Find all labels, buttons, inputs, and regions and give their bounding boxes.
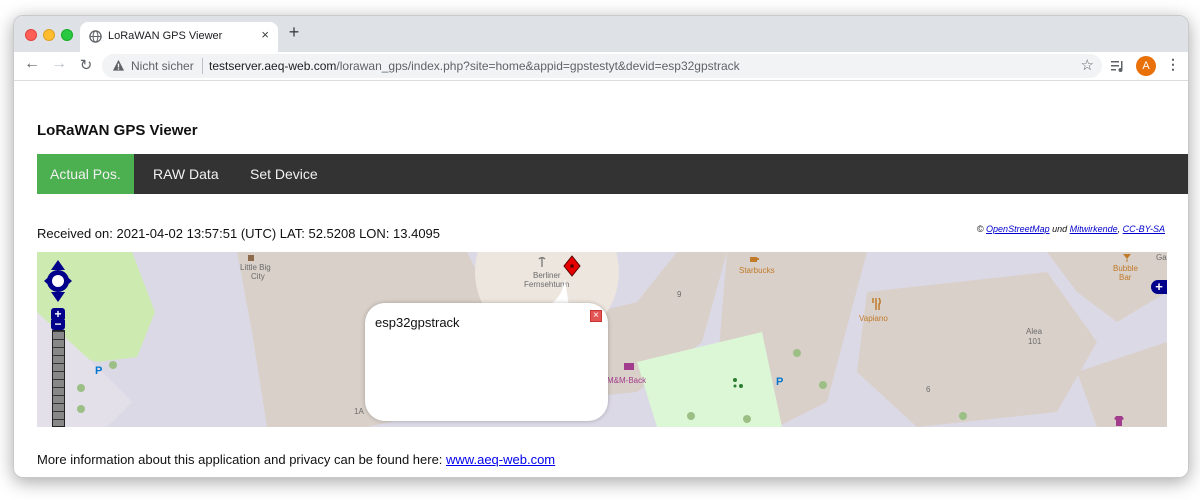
tab-close-icon[interactable]: ×: [261, 27, 269, 42]
footer-info: More information about this application …: [37, 452, 555, 467]
window-maximize-button[interactable]: [61, 29, 73, 41]
nav-raw-data[interactable]: RAW Data: [140, 154, 232, 194]
browser-menu-icon[interactable]: ⋮: [1166, 56, 1180, 73]
map-label-little-big: Little Big: [240, 263, 271, 272]
url-separator: [202, 58, 203, 74]
bookmark-star-icon[interactable]: ☆: [1081, 56, 1094, 74]
page-content: LoRaWAN GPS Viewer Actual Pos. RAW Data …: [14, 82, 1188, 477]
browser-toolbar: ← → ↻ Nicht sicher testserver.aeq-web.co…: [14, 52, 1188, 81]
parking-icon-left: P: [95, 365, 103, 377]
map-label-bar: Bar: [1119, 273, 1132, 282]
pan-control-icon[interactable]: [43, 258, 73, 304]
security-indicator[interactable]: Nicht sicher: [131, 59, 194, 73]
map-attribution: © OpenStreetMap und Mitwirkende, CC-BY-S…: [977, 224, 1165, 234]
page-title: LoRaWAN GPS Viewer: [37, 122, 198, 139]
bar-icon: [1123, 254, 1131, 262]
attribution-prefix: ©: [976, 224, 987, 234]
clothes-shop-icon: [1114, 416, 1124, 426]
map-label-mm-back: M&M-Back: [607, 376, 647, 385]
zoom-out-button[interactable]: −: [51, 318, 65, 330]
popup-device-name: esp32gpstrack: [375, 315, 460, 330]
nav-set-device[interactable]: Set Device: [237, 154, 331, 194]
globe-icon: [89, 30, 102, 43]
back-button[interactable]: ←: [22, 55, 42, 73]
profile-avatar[interactable]: A: [1136, 56, 1156, 76]
address-bar[interactable]: Nicht sicher testserver.aeq-web.com/lora…: [102, 54, 1102, 78]
warning-icon: [112, 59, 125, 71]
map-label-city: City: [251, 272, 265, 281]
footer-link[interactable]: www.aeq-web.com: [446, 452, 555, 467]
main-navbar: Actual Pos. RAW Data Set Device: [37, 154, 1188, 194]
url-host: testserver.aeq-web.com: [209, 59, 337, 73]
restaurant-icon: [248, 255, 254, 261]
browser-tab[interactable]: LoRaWAN GPS Viewer ×: [80, 22, 278, 52]
new-tab-button[interactable]: +: [284, 22, 304, 46]
map-label-bubble: Bubble: [1113, 264, 1138, 273]
parking-icon: P: [776, 376, 784, 388]
map-label-1a: 1A: [354, 407, 364, 416]
marker-popup: esp32gpstrack ×: [365, 303, 608, 421]
window-minimize-button[interactable]: [43, 29, 55, 41]
nav-actual-pos[interactable]: Actual Pos.: [37, 154, 134, 194]
tab-strip: LoRaWAN GPS Viewer × +: [14, 16, 1188, 52]
forward-button[interactable]: →: [49, 55, 69, 73]
attribution-und: und: [1049, 224, 1070, 234]
window-close-button[interactable]: [25, 29, 37, 41]
osm-link[interactable]: OpenStreetMap: [986, 224, 1050, 234]
media-control-icon[interactable]: [1110, 59, 1124, 73]
tab-title: LoRaWAN GPS Viewer: [108, 30, 223, 42]
tower-icon: [538, 256, 546, 267]
browser-window: LoRaWAN GPS Viewer × + ← → ↻ Nicht siche…: [13, 15, 1189, 478]
zoom-slider[interactable]: [52, 330, 65, 427]
popup-close-icon[interactable]: ×: [590, 310, 602, 322]
reload-button[interactable]: ↻: [76, 56, 96, 74]
map-label-nine: 9: [677, 290, 682, 299]
map-label-six: 6: [926, 385, 931, 394]
map-label-starbucks: Starbucks: [739, 266, 775, 275]
map-label-alea: Alea: [1026, 327, 1043, 336]
playground-icon: [733, 378, 743, 388]
map-view[interactable]: Little Big City Berliner Fernsehturm Sta…: [37, 252, 1167, 427]
url-text: testserver.aeq-web.com/lorawan_gps/index…: [209, 59, 740, 73]
location-marker-icon[interactable]: [562, 255, 582, 277]
contributors-link[interactable]: Mitwirkende: [1070, 224, 1118, 234]
cafe-icon: [750, 257, 759, 262]
layer-switcher-button[interactable]: +: [1151, 280, 1167, 294]
url-path: /lorawan_gps/index.php?site=home&appid=g…: [336, 59, 740, 73]
footer-text: More information about this application …: [37, 452, 447, 467]
shop-icon: [624, 363, 634, 370]
vapiano-restaurant-icon: [872, 297, 881, 310]
map-label-vapiano: Vapiano: [859, 314, 888, 323]
license-link[interactable]: CC-BY-SA: [1123, 224, 1165, 234]
map-label-go: Ga: [1156, 253, 1167, 262]
received-info: Received on: 2021-04-02 13:57:51 (UTC) L…: [37, 226, 441, 241]
map-label-101: 101: [1028, 337, 1042, 346]
